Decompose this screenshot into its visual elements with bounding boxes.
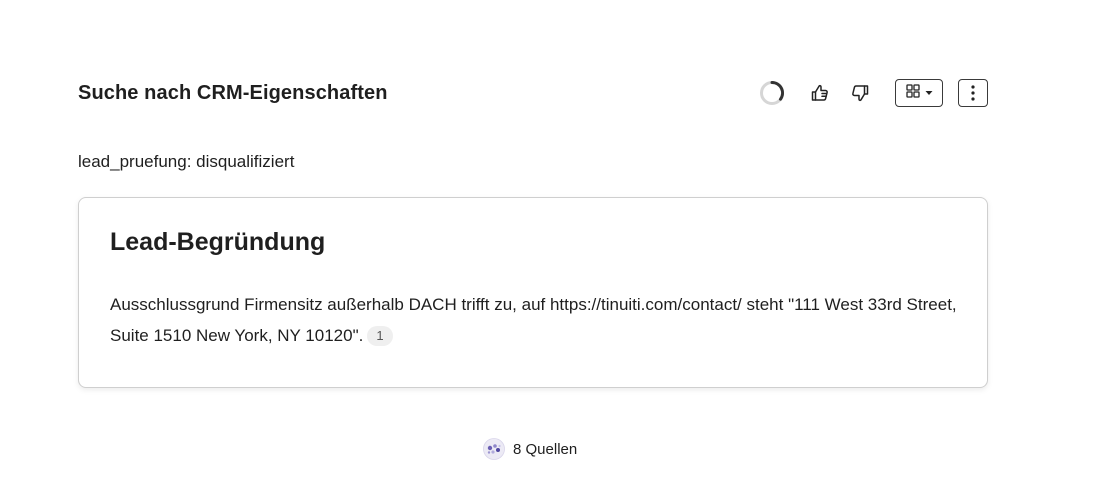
caret-down-icon	[925, 90, 933, 96]
card-body-text: Ausschlussgrund Firmensitz außerhalb DAC…	[110, 295, 957, 345]
thumbs-up-icon[interactable]	[807, 80, 833, 106]
property-value: lead_pruefung: disqualifiziert	[78, 152, 295, 171]
result-card: Lead-Begründung Ausschlussgrund Firmensi…	[78, 197, 988, 388]
more-options-button[interactable]	[958, 79, 988, 107]
sources-avatar-icon	[483, 438, 505, 460]
sources-button[interactable]: 8 Quellen	[483, 438, 577, 460]
loading-spinner-icon	[759, 80, 785, 106]
view-switcher-button[interactable]	[895, 79, 943, 107]
page-title: Suche nach CRM-Eigenschaften	[78, 81, 388, 104]
header: Suche nach CRM-Eigenschaften	[78, 76, 988, 110]
citation-badge[interactable]: 1	[367, 326, 393, 346]
page: Suche nach CRM-Eigenschaften lead_pruefu…	[0, 0, 1115, 488]
more-vertical-icon	[971, 85, 975, 101]
card-text: Ausschlussgrund Firmensitz außerhalb DAC…	[110, 289, 960, 351]
action-bar	[759, 79, 988, 107]
card-title: Lead-Begründung	[110, 228, 326, 256]
grid-view-icon	[905, 83, 920, 103]
sources-label: 8 Quellen	[513, 440, 578, 458]
thumbs-down-icon[interactable]	[847, 80, 873, 106]
